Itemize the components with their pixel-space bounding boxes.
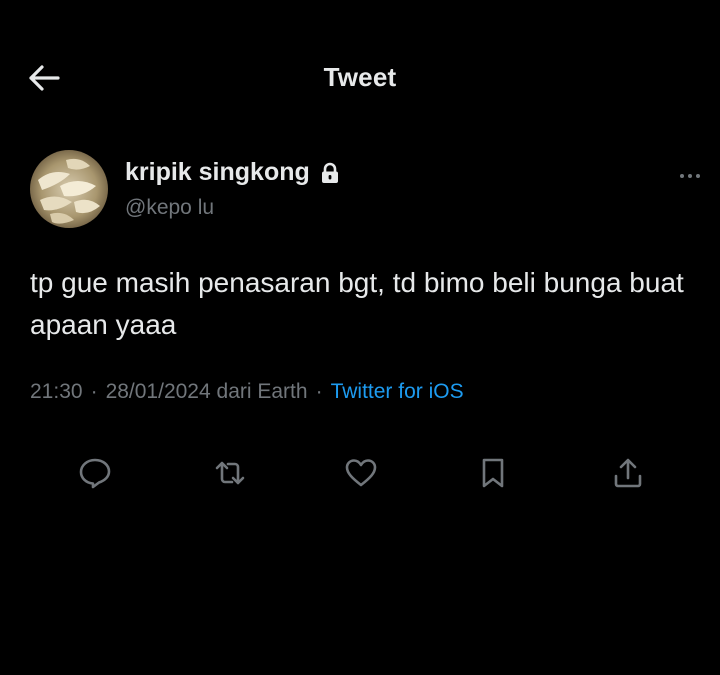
lock-icon [321,162,338,183]
tweet-meta: 21:30 · 28/01/2024 dari Earth · Twitter for … [30,380,464,404]
meta-separator: · [90,380,98,403]
tweet-date[interactable]: 28/01/2024 [106,380,211,403]
avatar[interactable] [30,150,108,228]
bookmark-icon [482,458,504,488]
tweet-author: kripik singkong @kepo lu [30,148,710,232]
retweet-button[interactable] [205,448,255,498]
avatar-image [30,150,108,228]
heart-icon [345,459,377,487]
page-title: Tweet [323,62,397,92]
display-name[interactable]: kripik singkong [125,158,310,187]
meta-separator: · [315,380,323,403]
share-icon [614,458,642,488]
more-options-button[interactable] [670,164,710,188]
name-row: kripik singkong [125,158,340,187]
more-horizontal-icon [680,174,700,178]
share-button[interactable] [603,448,653,498]
retweet-icon [215,461,245,485]
tweet-actions [0,448,720,498]
tweet-source-link[interactable]: Twitter for iOS [331,380,464,403]
user-handle[interactable]: @kepo lu [125,196,214,220]
like-button[interactable] [336,448,386,498]
tweet-text: tp gue masih penasaran bgt, td bimo beli… [30,267,684,340]
tweet-detail-page: Tweet kripik singkong @kepo lu tp gue ma… [0,0,720,675]
tweet-location: dari Earth [216,380,308,403]
reply-button[interactable] [70,448,120,498]
tweet-time[interactable]: 21:30 [30,380,83,403]
top-bar: Tweet [0,0,720,140]
reply-icon [79,458,111,489]
bookmark-button[interactable] [468,448,518,498]
